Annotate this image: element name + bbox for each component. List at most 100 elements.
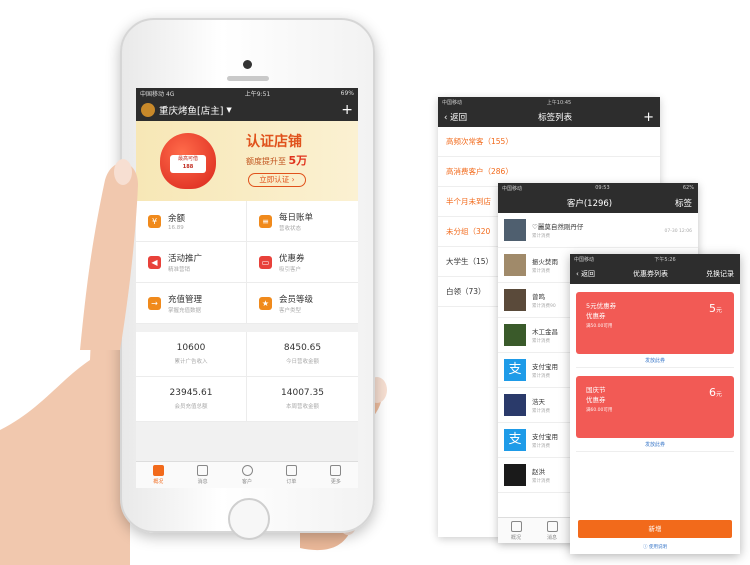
help-link[interactable]: ⓘ 使用说明: [570, 544, 740, 550]
status-bar: 中国移动 上午10:45: [438, 97, 660, 107]
stat-label: 累计广告收入: [174, 359, 208, 365]
tag-label: 高消费客户（286）: [446, 167, 513, 176]
menu-sub: 16.89: [168, 224, 184, 231]
store-avatar: [141, 103, 155, 117]
status-bar: 中国移动 4G 上午9:51 69%: [136, 88, 358, 99]
chevron-down-icon[interactable]: ▼: [226, 106, 231, 114]
coupon-title: 5元优惠券: [586, 302, 617, 310]
carrier-text: 中国移动: [140, 91, 165, 98]
menu-grid: ¥ 余额 16.89 ≡ 每日账单 营收状态 ◀ 活动推广 精准营销 ▭ 优惠券 吸引客户 → 充…: [136, 201, 358, 324]
person-icon: [241, 465, 253, 476]
stat-value: 23945.61: [169, 388, 213, 398]
main-phone: 中国移动 4G 上午9:51 69% 重庆烤鱼[店主] ▼ + 最高可借 188 …: [120, 18, 375, 540]
menu-label: 会员等级: [279, 294, 314, 305]
menu-label: 余额: [168, 213, 186, 224]
tab-messages[interactable]: 消息: [180, 462, 224, 488]
tag-button[interactable]: 标签: [675, 197, 692, 209]
exchange-record-button[interactable]: 兑换记录: [706, 269, 734, 279]
certify-label: 立即认证: [259, 175, 290, 184]
tab-label: 更多: [330, 479, 341, 485]
avatar: [504, 464, 526, 486]
customer-row[interactable]: ♡麗莫自然刚丹仔 累计消费 07-30 12:06: [498, 213, 698, 248]
certify-now-button[interactable]: 立即认证 ›: [248, 173, 306, 187]
home-icon: [510, 521, 522, 532]
tag-row[interactable]: 高频次常客（155）: [438, 127, 660, 157]
issue-coupon-link[interactable]: 发放此券: [576, 438, 734, 452]
nav-bar: 客户(1296) 标签: [498, 193, 698, 213]
page-title: 客户(1296): [566, 199, 613, 209]
avatar: [504, 219, 526, 241]
coupon-condition: 满50.00可用: [586, 324, 613, 329]
menu-item-balance[interactable]: ¥ 余额 16.89: [136, 201, 247, 242]
menu-item-recharge[interactable]: → 充值管理 掌握充值数据: [136, 283, 247, 324]
menu-label: 每日账单: [279, 212, 314, 223]
stat-label: 本周营收金额: [285, 404, 319, 410]
menu-sub: 吸引客户: [279, 266, 302, 273]
tab-orders[interactable]: 订单: [269, 462, 313, 488]
back-button[interactable]: ‹ 返回: [444, 111, 467, 123]
issue-coupon-link[interactable]: 发放此券: [576, 354, 734, 368]
tag-label: 白领（73）: [446, 287, 486, 296]
alipay-avatar-icon: 支: [504, 429, 526, 451]
bag-tag: 最高可借 188: [170, 155, 206, 173]
medal-icon: ★: [259, 296, 272, 310]
tab-label: 概况: [510, 535, 521, 541]
tab-messages[interactable]: 消息: [534, 518, 570, 543]
menu-sub: 精准营销: [168, 266, 191, 273]
tab-overview[interactable]: 概况: [136, 462, 180, 488]
menu-item-coupon[interactable]: ▭ 优惠券 吸引客户: [247, 242, 358, 283]
customer-sub: 累计消费: [532, 374, 550, 379]
back-label: 返回: [581, 270, 596, 278]
back-button[interactable]: ‹ 返回: [576, 269, 595, 279]
avatar: [504, 254, 526, 276]
add-coupon-button[interactable]: 新增: [578, 520, 732, 538]
tag-label: 高频次常客（155）: [446, 137, 513, 146]
time-text: 上午10:45: [546, 99, 572, 106]
tab-overview[interactable]: 概况: [498, 518, 534, 543]
message-icon: [197, 465, 209, 476]
menu-item-promotion[interactable]: ◀ 活动推广 精准营销: [136, 242, 247, 283]
menu-item-daily-bill[interactable]: ≡ 每日账单 营收状态: [247, 201, 358, 242]
time-text: 下午5:26: [654, 256, 676, 263]
menu-item-member-level[interactable]: ★ 会员等级 客户类型: [247, 283, 358, 324]
home-button[interactable]: [228, 498, 270, 540]
stat-value: 10600: [176, 343, 206, 353]
tab-label: 客户: [242, 479, 253, 485]
home-icon: [152, 465, 164, 476]
customer-sub: 累计消费: [532, 234, 550, 239]
add-icon[interactable]: +: [341, 102, 353, 118]
customer-sub: 累计消费: [532, 444, 550, 449]
battery-text: 69%: [340, 90, 354, 97]
stat-cell: 23945.61 会员充值总额: [136, 377, 247, 422]
coupon-icon: ▭: [259, 255, 272, 269]
certification-banner[interactable]: 最高可借 188 认证店铺 额度提升至 5万 立即认证 ›: [136, 121, 358, 201]
customer-sub: 累计消费: [532, 339, 550, 344]
stat-cell: 8450.65 今日营收金额: [247, 332, 358, 377]
status-bar: 中国移动 下午5:26: [570, 254, 740, 264]
customer-name: 浩天: [532, 398, 545, 406]
tag-label: 大学生（15）: [446, 257, 494, 266]
tab-more[interactable]: 更多: [314, 462, 358, 488]
customer-name: 振火焚雨: [532, 258, 558, 266]
stats-grid: 10600 累计广告收入 8450.65 今日营收金额 23945.61 会员充值总额…: [136, 332, 358, 422]
tab-bar: 概况 消息: [498, 517, 570, 543]
stat-label: 今日营收金额: [285, 359, 319, 365]
customer-name: 赵洪: [532, 468, 545, 476]
camera-icon: [243, 60, 252, 69]
tab-customers[interactable]: 客户: [225, 462, 269, 488]
message-icon: [546, 521, 558, 532]
avatar: [504, 394, 526, 416]
coupon-card[interactable]: 国庆节 优惠券 满60.00可用 6元: [576, 376, 734, 438]
tag-label: 半个月未到店: [446, 197, 491, 206]
back-label: 返回: [450, 113, 468, 123]
coupon-condition: 满60.00可用: [586, 408, 613, 413]
customer-date: 07-30 12:06: [664, 228, 692, 234]
coupon-value: 6元: [708, 386, 722, 399]
customer-sub: 累计消费: [532, 479, 550, 484]
add-icon[interactable]: +: [643, 110, 654, 125]
page-title: 标签列表: [538, 113, 573, 123]
stat-value: 14007.35: [281, 388, 324, 398]
store-title[interactable]: 重庆烤鱼[店主]: [159, 103, 223, 117]
carrier-text: 中国移动: [574, 256, 595, 263]
coupon-card[interactable]: 5元优惠券 优惠券 满50.00可用 5元: [576, 292, 734, 354]
